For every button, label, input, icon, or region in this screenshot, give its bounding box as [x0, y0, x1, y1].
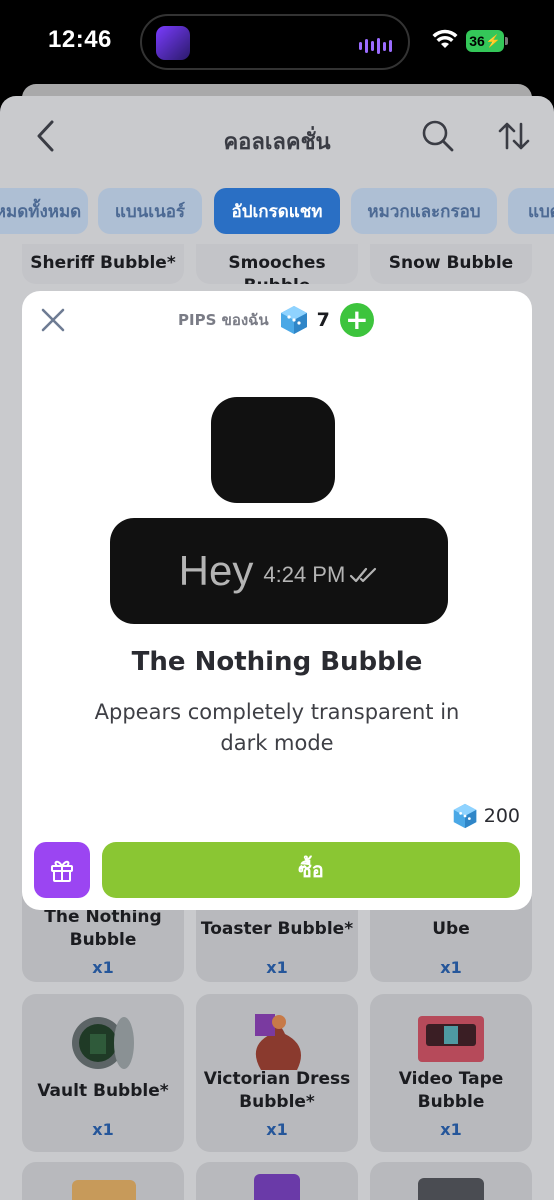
- wallet-label: PIPS ของฉัน: [178, 311, 269, 329]
- device-thumbnail: [418, 1178, 484, 1200]
- search-icon[interactable]: [420, 118, 456, 154]
- item-name: Snow Bubble: [388, 253, 514, 273]
- tab-badges[interactable]: แบด: [508, 188, 554, 234]
- item-name: Smooches Bubble: [228, 253, 326, 284]
- video-tape-thumbnail: [418, 1016, 484, 1062]
- tab-chat-upgrades[interactable]: อัปเกรดแชท: [214, 188, 340, 234]
- preview-timestamp: 4:24 PM: [263, 562, 346, 587]
- status-bar: 12:46 36 ⚡: [0, 0, 554, 84]
- item-name: Video Tape Bubble: [398, 1069, 504, 1112]
- audio-wave-icon: [359, 38, 392, 54]
- now-playing-app-icon: [156, 26, 190, 60]
- item-quantity: x1: [92, 1120, 114, 1139]
- purple-card-thumbnail: [254, 1174, 300, 1200]
- item-card[interactable]: Victorian Dress Bubble* x1: [196, 994, 358, 1152]
- close-icon[interactable]: [38, 305, 68, 335]
- item-card[interactable]: [196, 1162, 358, 1200]
- dynamic-island[interactable]: [140, 14, 410, 70]
- nav-bar: คอลเลคชั่น: [0, 96, 554, 180]
- item-card[interactable]: Sheriff Bubble*: [22, 244, 184, 284]
- item-card[interactable]: Vault Bubble* x1: [22, 994, 184, 1152]
- read-receipt-icon: [350, 567, 377, 583]
- wifi-icon: [432, 29, 458, 48]
- battery-level: 36: [469, 33, 485, 49]
- price-value: 200: [483, 805, 520, 827]
- item-price: 200: [452, 803, 520, 829]
- tab-label: แบนเนอร์: [114, 201, 186, 222]
- item-name: Vault Bubble*: [37, 1081, 169, 1101]
- item-card[interactable]: [370, 1162, 532, 1200]
- tab-hats-frames[interactable]: หมวกและกรอบ: [351, 188, 497, 234]
- pips-gem-icon: [453, 803, 477, 829]
- tab-label: อัปเกรดแชท: [231, 201, 323, 222]
- item-card[interactable]: Snow Bubble: [370, 244, 532, 284]
- tab-banners[interactable]: แบนเนอร์: [98, 188, 202, 234]
- battery-tip: [505, 37, 508, 45]
- category-tabs: หมดทั้งหมด แบนเนอร์ อัปเกรดแชท หมวกและกร…: [0, 188, 554, 234]
- status-time: 12:46: [48, 26, 112, 53]
- item-quantity: x1: [440, 958, 462, 977]
- chat-bubble-preview: Hey 4:24 PM: [110, 518, 448, 624]
- item-description: Appears completely transparent in dark m…: [94, 700, 460, 755]
- item-name: Victorian Dress Bubble*: [203, 1069, 351, 1112]
- item-name: The Nothing Bubble: [44, 907, 162, 950]
- tab-label: หมดทั้งหมด: [0, 201, 82, 222]
- item-name: Ube: [432, 919, 470, 939]
- buy-button-label: ซื้อ: [298, 858, 324, 882]
- tab-label: หมวกและกรอบ: [367, 201, 481, 222]
- avatar-preview: [211, 397, 335, 503]
- item-quantity: x1: [266, 1120, 288, 1139]
- charging-bolt-icon: ⚡: [485, 34, 501, 48]
- pips-gem-icon: [280, 306, 307, 334]
- item-card[interactable]: Smooches Bubble: [196, 244, 358, 284]
- pips-wallet: PIPS ของฉัน 7 +: [178, 303, 374, 337]
- tab-all[interactable]: หมดทั้งหมด: [0, 188, 88, 234]
- scroll-thumbnail: [72, 1180, 136, 1200]
- sort-icon[interactable]: [496, 118, 532, 154]
- gift-icon: [51, 860, 73, 882]
- item-quantity: x1: [440, 1120, 462, 1139]
- item-quantity: x1: [92, 958, 114, 977]
- tab-label: แบด: [528, 201, 554, 222]
- victorian-dress-thumbnail: [255, 1014, 301, 1070]
- preview-message: Hey: [178, 547, 254, 594]
- buy-button[interactable]: ซื้อ: [102, 842, 520, 898]
- item-card[interactable]: [22, 1162, 184, 1200]
- battery-indicator: 36 ⚡: [466, 30, 504, 52]
- page-title: คอลเลคชั่น: [223, 130, 331, 155]
- item-name: Toaster Bubble*: [200, 919, 354, 939]
- wallet-count: 7: [316, 309, 330, 331]
- gift-button[interactable]: [34, 842, 90, 898]
- item-name: Sheriff Bubble*: [30, 253, 176, 273]
- vault-thumbnail: [72, 1017, 134, 1069]
- add-pips-button[interactable]: +: [339, 303, 374, 337]
- purchase-modal: PIPS ของฉัน 7 + Hey 4:24 PM The Nothing …: [22, 291, 532, 910]
- item-quantity: x1: [266, 958, 288, 977]
- item-title: The Nothing Bubble: [131, 647, 423, 677]
- item-card[interactable]: Video Tape Bubble x1: [370, 994, 532, 1152]
